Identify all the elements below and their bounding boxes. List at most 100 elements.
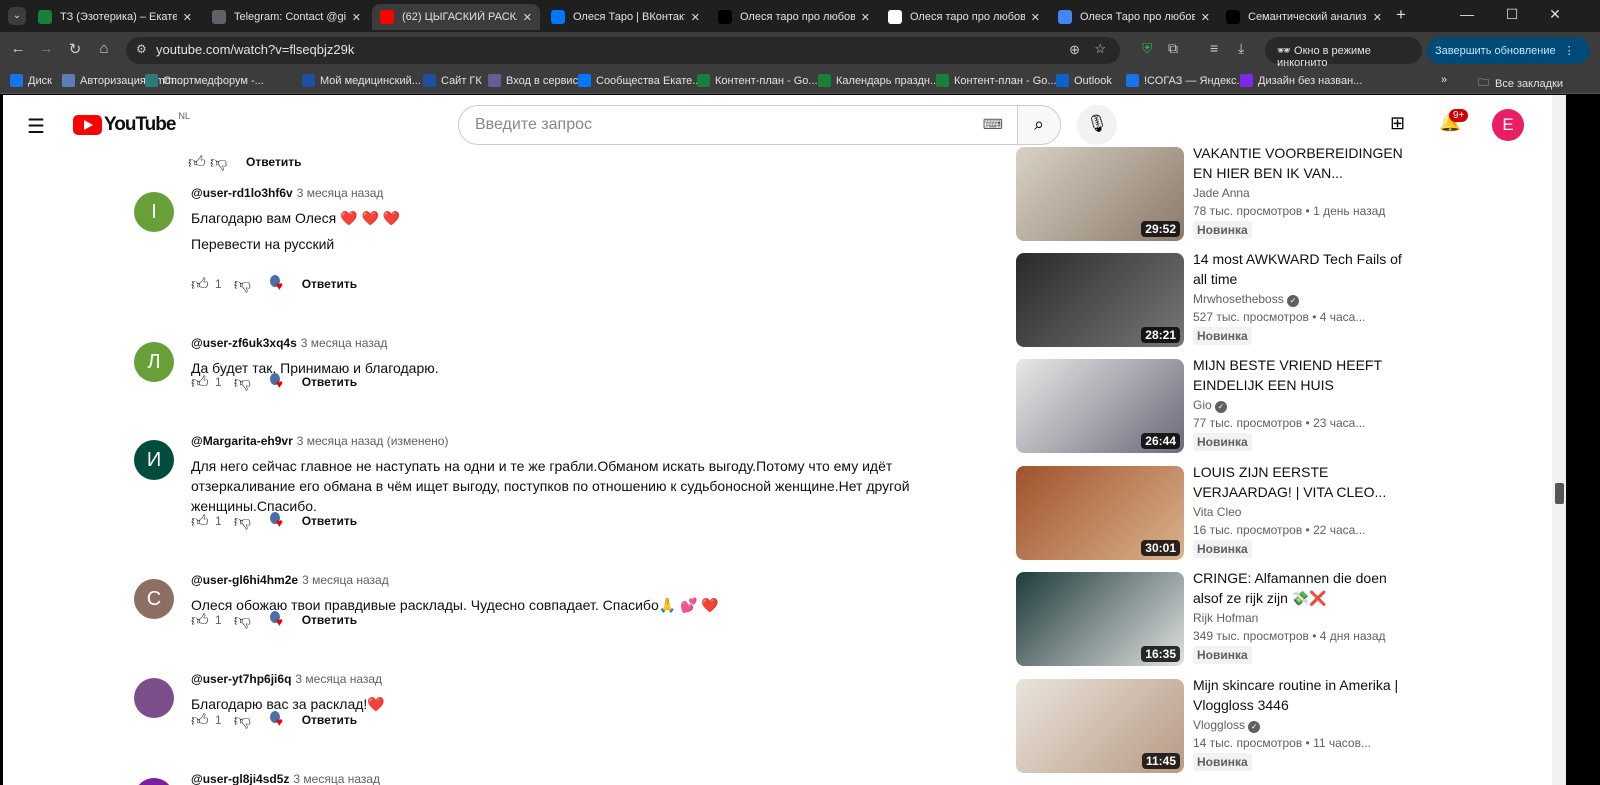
update-button[interactable]: Завершить обновление ⋮: [1427, 37, 1590, 64]
reply-button[interactable]: Ответить: [302, 514, 357, 528]
close-tab-icon[interactable]: ✕: [691, 11, 700, 24]
bookmark-item[interactable]: Контент-план - Go...: [936, 74, 1057, 87]
video-thumbnail[interactable]: 26:44: [1016, 359, 1184, 453]
comment-time[interactable]: 3 месяца назад: [301, 336, 388, 350]
scrollbar[interactable]: [1552, 95, 1566, 785]
commenter-avatar[interactable]: [134, 778, 174, 785]
browser-tab[interactable]: Семантический анализ те ✕: [1218, 4, 1390, 30]
comment-time[interactable]: 3 месяца назад: [297, 186, 384, 200]
dislike-icon[interactable]: 👎︎: [234, 372, 256, 393]
dislike-icon[interactable]: 👎︎: [234, 511, 256, 532]
video-thumbnail[interactable]: 30:01: [1016, 466, 1184, 560]
youtube-logo[interactable]: YouTube NL: [73, 111, 190, 136]
minimize-button[interactable]: —: [1452, 6, 1482, 22]
like-icon[interactable]: 👍︎: [191, 274, 213, 295]
more-bookmarks-icon[interactable]: »: [1441, 74, 1447, 86]
comment-author[interactable]: @Margarita-eh9vr: [191, 434, 293, 448]
close-tab-icon[interactable]: ✕: [1373, 11, 1382, 24]
video-title[interactable]: Mijn skincare routine in Amerika | Vlogg…: [1193, 675, 1403, 715]
menu-icon[interactable]: ⋮: [1564, 45, 1575, 57]
recommended-video[interactable]: 26:44 MIJN BESTE VRIEND HEEFT EINDELIJK …: [1016, 357, 1406, 453]
home-button[interactable]: ⌂: [94, 40, 114, 57]
extensions-icon[interactable]: ⧉: [1168, 40, 1178, 57]
commenter-avatar[interactable]: Л: [134, 342, 174, 382]
keyboard-icon[interactable]: ⌨: [983, 116, 1003, 133]
recommended-video[interactable]: 16:35 CRINGE: Alfamannen die doen alsof …: [1016, 570, 1406, 666]
comment-author[interactable]: @user-zf6uk3xq4s: [191, 336, 297, 350]
tab-search-button[interactable]: ⌄: [8, 7, 26, 25]
bookmark-star-icon[interactable]: ☆: [1094, 41, 1106, 57]
address-bar[interactable]: ⚙ youtube.com/watch?v=flseqbjz29k ⊕ ☆: [126, 37, 1120, 64]
reply-button[interactable]: Ответить: [302, 277, 357, 291]
like-icon[interactable]: 👍︎: [191, 372, 213, 393]
reply-button[interactable]: Ответить: [302, 613, 357, 627]
like-icon[interactable]: 👍︎: [188, 152, 210, 173]
recommended-video[interactable]: 28:21 14 most AWKWARD Tech Fails of all …: [1016, 251, 1406, 347]
reply-button[interactable]: Ответить: [302, 713, 357, 727]
browser-tab[interactable]: (62) ЦЫГАСКИЙ РАСКЛАД ✕: [372, 4, 540, 30]
dislike-icon[interactable]: 👎︎: [234, 274, 256, 295]
all-bookmarks-button[interactable]: 🗀 Все закладки: [1478, 74, 1563, 93]
video-thumbnail[interactable]: 16:35: [1016, 572, 1184, 666]
video-channel[interactable]: Mrwhosetheboss ✓: [1193, 292, 1300, 307]
video-thumbnail[interactable]: 11:45: [1016, 679, 1184, 773]
maximize-button[interactable]: ☐: [1497, 6, 1527, 23]
recommended-video[interactable]: 11:45 Mijn skincare routine in Amerika |…: [1016, 677, 1406, 773]
shield-extension-icon[interactable]: ⛨: [1142, 40, 1153, 57]
video-channel[interactable]: Rijk Hofman: [1193, 611, 1258, 625]
video-title[interactable]: CRINGE: Alfamannen die doen alsof ze rij…: [1193, 568, 1403, 608]
close-tab-icon[interactable]: ✕: [523, 11, 532, 24]
reply-button[interactable]: Ответить: [246, 155, 301, 169]
like-icon[interactable]: 👍︎: [191, 710, 213, 731]
close-tab-icon[interactable]: ✕: [183, 11, 192, 24]
browser-tab[interactable]: ТЗ (Эзотерика) – Екатерина ✕: [30, 4, 200, 30]
video-title[interactable]: MIJN BESTE VRIEND HEEFT EINDELIJK EEN HU…: [1193, 355, 1403, 395]
close-tab-icon[interactable]: ✕: [1201, 11, 1210, 24]
comment-time[interactable]: 3 месяца назад: [295, 672, 382, 686]
close-tab-icon[interactable]: ✕: [352, 11, 361, 24]
video-title[interactable]: LOUIS ZIJN EERSTE VERJAARDAG! | VITA CLE…: [1193, 462, 1403, 502]
new-tab-button[interactable]: +: [1396, 5, 1406, 25]
comment-author[interactable]: @user-gl8ji4sd5z: [191, 772, 289, 785]
video-thumbnail[interactable]: 28:21: [1016, 253, 1184, 347]
zoom-icon[interactable]: ⊕: [1069, 42, 1080, 58]
bookmark-item[interactable]: Диск: [10, 74, 52, 87]
recommended-video[interactable]: 29:52 VAKANTIE VOORBEREIDINGEN EN HIER B…: [1016, 145, 1406, 241]
commenter-avatar[interactable]: I: [134, 192, 174, 232]
voice-search-button[interactable]: 🎙: [1077, 105, 1117, 145]
bookmark-item[interactable]: Сайт ГК: [423, 74, 482, 87]
dislike-icon[interactable]: 👎︎: [234, 710, 256, 731]
video-title[interactable]: VAKANTIE VOORBEREIDINGEN EN HIER BEN IK …: [1193, 143, 1403, 183]
media-control-icon[interactable]: ≡: [1210, 40, 1218, 56]
comment-time[interactable]: 3 месяца назад (изменено): [297, 434, 449, 448]
like-icon[interactable]: 👍︎: [191, 610, 213, 631]
close-tab-icon[interactable]: ✕: [1031, 11, 1040, 24]
video-channel[interactable]: Gio ✓: [1193, 398, 1228, 413]
browser-tab[interactable]: Telegram: Contact @gipsy ✕: [204, 4, 369, 30]
browser-tab[interactable]: Олеся Таро про любовь - ✕: [1050, 4, 1218, 30]
comment-author[interactable]: @user-rd1lo3hf6v: [191, 186, 293, 200]
video-title[interactable]: 14 most AWKWARD Tech Fails of all time: [1193, 249, 1403, 289]
account-avatar[interactable]: E: [1492, 109, 1524, 141]
incognito-indicator[interactable]: 🕶 Окно в режиме инкогнито: [1265, 37, 1422, 69]
like-icon[interactable]: 👍︎: [191, 511, 213, 532]
bookmark-item[interactable]: Дизайн без назван...: [1240, 74, 1362, 87]
search-button[interactable]: ⌕: [1017, 105, 1061, 145]
bookmark-item[interactable]: Мой медицинский...: [302, 74, 421, 87]
video-thumbnail[interactable]: 29:52: [1016, 147, 1184, 241]
forward-button[interactable]: →: [36, 40, 56, 57]
menu-icon[interactable]: ☰: [27, 114, 45, 139]
site-info-icon[interactable]: ⚙: [136, 42, 147, 56]
create-video-icon[interactable]: ⊞: [1390, 113, 1405, 134]
comment-author[interactable]: @user-gl6hi4hm2e: [191, 573, 298, 587]
reload-button[interactable]: ↻: [65, 40, 85, 58]
bookmark-item[interactable]: Календарь праздн...: [818, 74, 939, 87]
close-tab-icon[interactable]: ✕: [861, 11, 870, 24]
bookmark-item[interactable]: Сообщества Екате...: [578, 74, 701, 87]
search-input[interactable]: Введите запрос ⌨: [458, 105, 1018, 145]
scrollbar-thumb[interactable]: [1555, 483, 1564, 504]
video-channel[interactable]: Vloggloss ✓: [1193, 718, 1261, 733]
comment-time[interactable]: 3 месяца назад: [302, 573, 389, 587]
dislike-icon[interactable]: 👎︎: [210, 152, 232, 173]
recommended-video[interactable]: 30:01 LOUIS ZIJN EERSTE VERJAARDAG! | VI…: [1016, 464, 1406, 560]
